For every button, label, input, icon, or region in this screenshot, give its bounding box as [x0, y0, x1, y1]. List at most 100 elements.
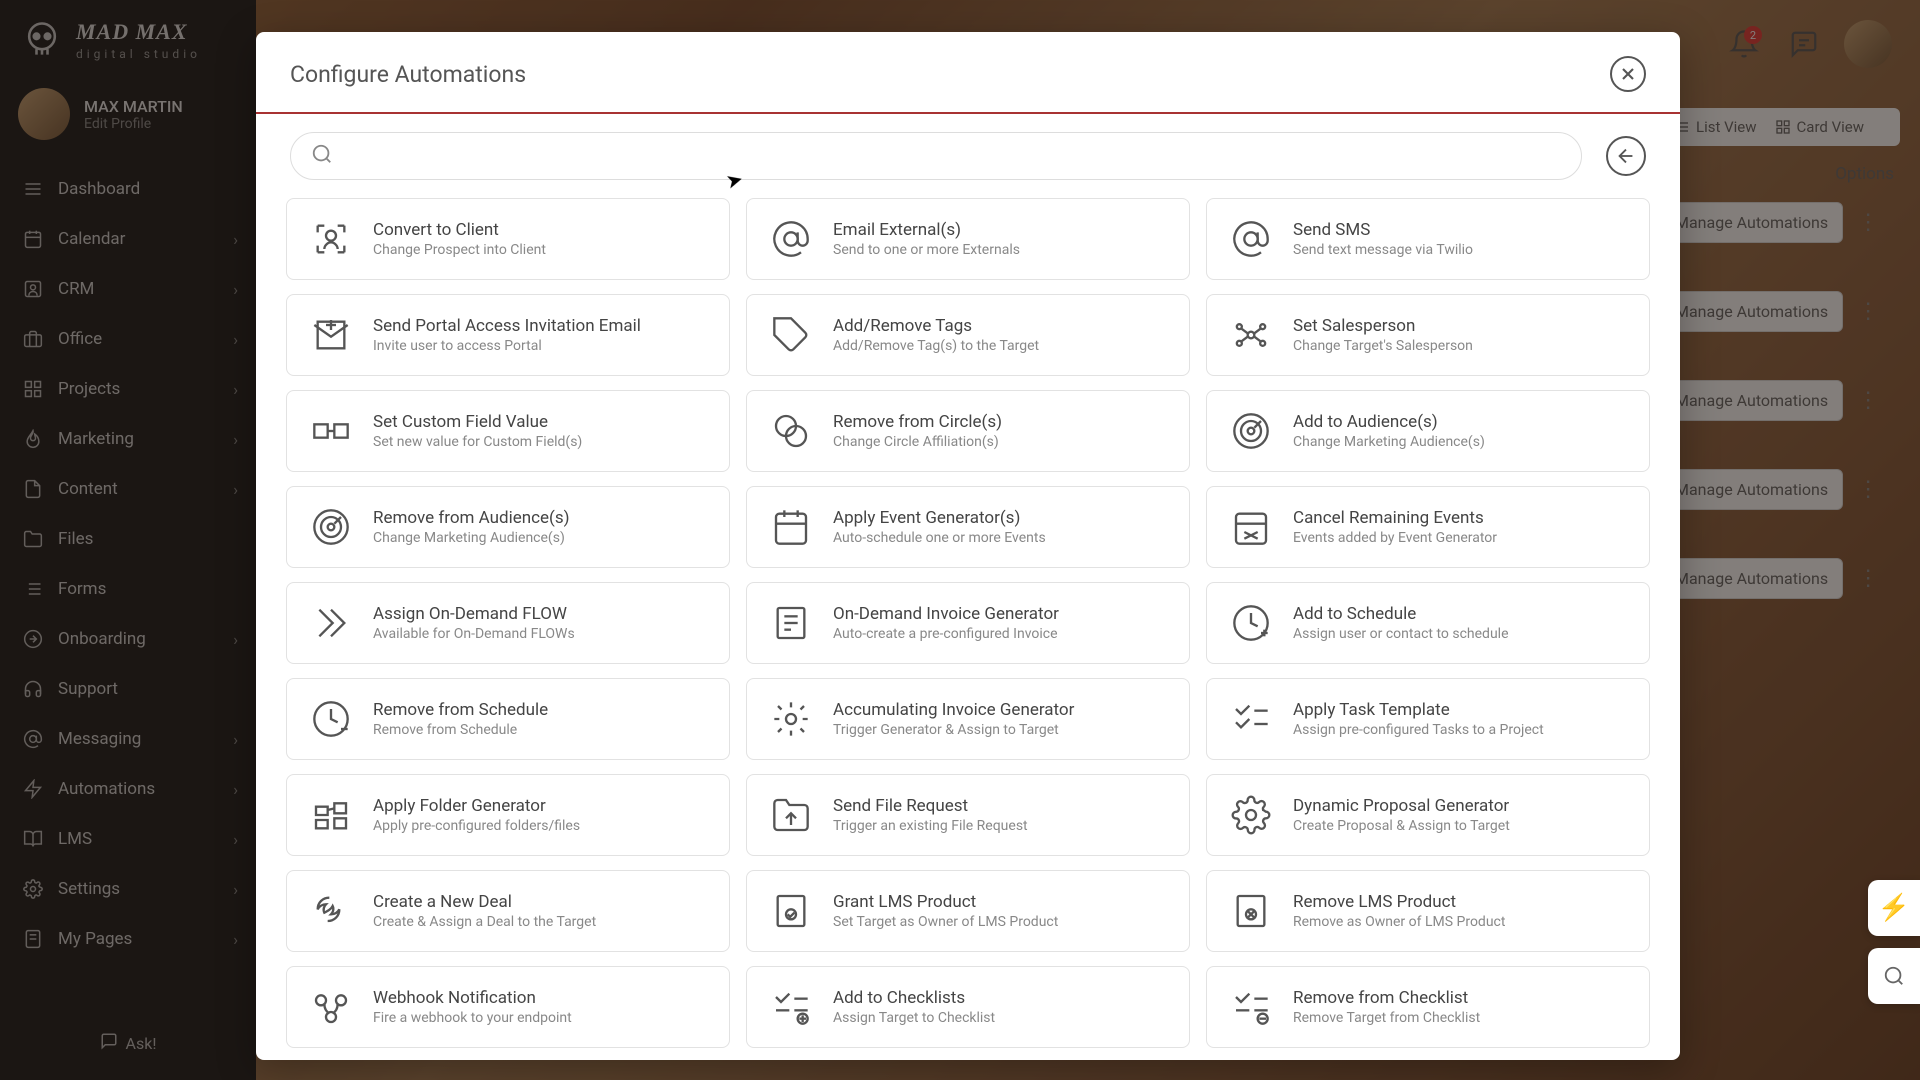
card-subtitle: Change Marketing Audience(s)	[1293, 434, 1485, 450]
card-title: Convert to Client	[373, 220, 546, 240]
automation-card-assign-on-demand-flow[interactable]: Assign On-Demand FLOW Available for On-D…	[286, 582, 730, 664]
card-icon	[1227, 887, 1275, 935]
automation-card-remove-lms-product[interactable]: Remove LMS Product Remove as Owner of LM…	[1206, 870, 1650, 952]
card-subtitle: Assign user or contact to schedule	[1293, 626, 1509, 642]
automation-card-apply-folder-generator[interactable]: Apply Folder Generator Apply pre-configu…	[286, 774, 730, 856]
card-icon	[767, 983, 815, 1031]
automation-card-apply-task-template[interactable]: Apply Task Template Assign pre-configure…	[1206, 678, 1650, 760]
card-icon	[307, 791, 355, 839]
card-title: Grant LMS Product	[833, 892, 1058, 912]
card-title: Webhook Notification	[373, 988, 572, 1008]
automation-card-remove-from-circle-s-[interactable]: Remove from Circle(s) Change Circle Affi…	[746, 390, 1190, 472]
modal-header: Configure Automations	[256, 32, 1680, 114]
automation-card-convert-to-client[interactable]: Convert to Client Change Prospect into C…	[286, 198, 730, 280]
card-subtitle: Set Target as Owner of LMS Product	[833, 914, 1058, 930]
search-icon	[311, 143, 333, 169]
automation-card-send-file-request[interactable]: Send File Request Trigger an existing Fi…	[746, 774, 1190, 856]
modal-toolbar	[256, 114, 1680, 190]
card-icon	[767, 887, 815, 935]
modal-title: Configure Automations	[290, 61, 526, 88]
automation-card-remove-from-audience-s-[interactable]: Remove from Audience(s) Change Marketing…	[286, 486, 730, 568]
card-icon	[1227, 503, 1275, 551]
card-title: Set Salesperson	[1293, 316, 1473, 336]
card-icon	[307, 599, 355, 647]
card-subtitle: Trigger an existing File Request	[833, 818, 1028, 834]
card-title: Remove from Audience(s)	[373, 508, 570, 528]
automation-card-set-salesperson[interactable]: Set Salesperson Change Target's Salesper…	[1206, 294, 1650, 376]
card-icon	[1227, 311, 1275, 359]
card-title: Cancel Remaining Events	[1293, 508, 1497, 528]
card-subtitle: Change Target's Salesperson	[1293, 338, 1473, 354]
card-subtitle: Auto-create a pre-configured Invoice	[833, 626, 1059, 642]
automation-card-send-portal-access-invitation-email[interactable]: Send Portal Access Invitation Email Invi…	[286, 294, 730, 376]
automation-card-dynamic-proposal-generator[interactable]: Dynamic Proposal Generator Create Propos…	[1206, 774, 1650, 856]
card-icon	[307, 311, 355, 359]
card-title: Apply Folder Generator	[373, 796, 580, 816]
card-subtitle: Assign Target to Checklist	[833, 1010, 995, 1026]
card-title: Apply Event Generator(s)	[833, 508, 1046, 528]
back-button[interactable]	[1606, 136, 1646, 176]
card-title: Send Portal Access Invitation Email	[373, 316, 641, 336]
quick-search-button[interactable]	[1868, 948, 1920, 1004]
card-subtitle: Invite user to access Portal	[373, 338, 641, 354]
card-title: Send File Request	[833, 796, 1028, 816]
card-title: Dynamic Proposal Generator	[1293, 796, 1510, 816]
card-title: Remove from Circle(s)	[833, 412, 1002, 432]
card-title: Create a New Deal	[373, 892, 596, 912]
automation-card-add-remove-tags[interactable]: Add/Remove Tags Add/Remove Tag(s) to the…	[746, 294, 1190, 376]
card-subtitle: Remove Target from Checklist	[1293, 1010, 1480, 1026]
card-icon	[767, 215, 815, 263]
automation-card-grant-lms-product[interactable]: Grant LMS Product Set Target as Owner of…	[746, 870, 1190, 952]
quick-action-button[interactable]: ⚡	[1868, 880, 1920, 936]
card-title: Add/Remove Tags	[833, 316, 1039, 336]
automation-card-apply-event-generator-s-[interactable]: Apply Event Generator(s) Auto-schedule o…	[746, 486, 1190, 568]
card-icon	[1227, 791, 1275, 839]
card-subtitle: Create Proposal & Assign to Target	[1293, 818, 1510, 834]
search-field[interactable]	[290, 132, 1582, 180]
automation-card-create-a-new-deal[interactable]: Create a New Deal Create & Assign a Deal…	[286, 870, 730, 952]
automation-card-send-sms[interactable]: Send SMS Send text message via Twilio	[1206, 198, 1650, 280]
card-subtitle: Available for On-Demand FLOWs	[373, 626, 575, 642]
card-icon	[767, 311, 815, 359]
card-title: Send SMS	[1293, 220, 1473, 240]
card-title: On-Demand Invoice Generator	[833, 604, 1059, 624]
card-icon	[1227, 983, 1275, 1031]
automation-card-webhook-notification[interactable]: Webhook Notification Fire a webhook to y…	[286, 966, 730, 1048]
automation-card-cancel-remaining-events[interactable]: Cancel Remaining Events Events added by …	[1206, 486, 1650, 568]
search-input[interactable]	[345, 147, 1561, 166]
card-subtitle: Change Prospect into Client	[373, 242, 546, 258]
card-title: Add to Schedule	[1293, 604, 1509, 624]
card-subtitle: Change Marketing Audience(s)	[373, 530, 570, 546]
card-title: Assign On-Demand FLOW	[373, 604, 575, 624]
automation-card-accumulating-invoice-generator[interactable]: Accumulating Invoice Generator Trigger G…	[746, 678, 1190, 760]
card-subtitle: Fire a webhook to your endpoint	[373, 1010, 572, 1026]
card-subtitle: Set new value for Custom Field(s)	[373, 434, 582, 450]
automation-card-on-demand-invoice-generator[interactable]: On-Demand Invoice Generator Auto-create …	[746, 582, 1190, 664]
automation-card-remove-from-schedule[interactable]: Remove from Schedule Remove from Schedul…	[286, 678, 730, 760]
card-title: Remove from Checklist	[1293, 988, 1480, 1008]
automation-card-remove-from-checklist[interactable]: Remove from Checklist Remove Target from…	[1206, 966, 1650, 1048]
automation-card-set-custom-field-value[interactable]: Set Custom Field Value Set new value for…	[286, 390, 730, 472]
card-icon	[767, 599, 815, 647]
card-icon	[767, 791, 815, 839]
card-subtitle: Add/Remove Tag(s) to the Target	[833, 338, 1039, 354]
card-subtitle: Remove as Owner of LMS Product	[1293, 914, 1505, 930]
automation-card-add-to-schedule[interactable]: Add to Schedule Assign user or contact t…	[1206, 582, 1650, 664]
card-subtitle: Assign pre-configured Tasks to a Project	[1293, 722, 1544, 738]
card-subtitle: Change Circle Affiliation(s)	[833, 434, 1002, 450]
automation-card-email-external-s-[interactable]: Email External(s) Send to one or more Ex…	[746, 198, 1190, 280]
card-icon	[1227, 215, 1275, 263]
card-icon	[1227, 407, 1275, 455]
card-title: Set Custom Field Value	[373, 412, 582, 432]
card-icon	[1227, 599, 1275, 647]
card-icon	[307, 983, 355, 1031]
automation-card-add-to-audience-s-[interactable]: Add to Audience(s) Change Marketing Audi…	[1206, 390, 1650, 472]
automation-card-add-to-checklists[interactable]: Add to Checklists Assign Target to Check…	[746, 966, 1190, 1048]
card-subtitle: Send to one or more Externals	[833, 242, 1020, 258]
card-subtitle: Remove from Schedule	[373, 722, 548, 738]
card-icon	[307, 215, 355, 263]
card-title: Add to Audience(s)	[1293, 412, 1485, 432]
card-title: Accumulating Invoice Generator	[833, 700, 1074, 720]
close-button[interactable]	[1610, 56, 1646, 92]
card-subtitle: Create & Assign a Deal to the Target	[373, 914, 596, 930]
